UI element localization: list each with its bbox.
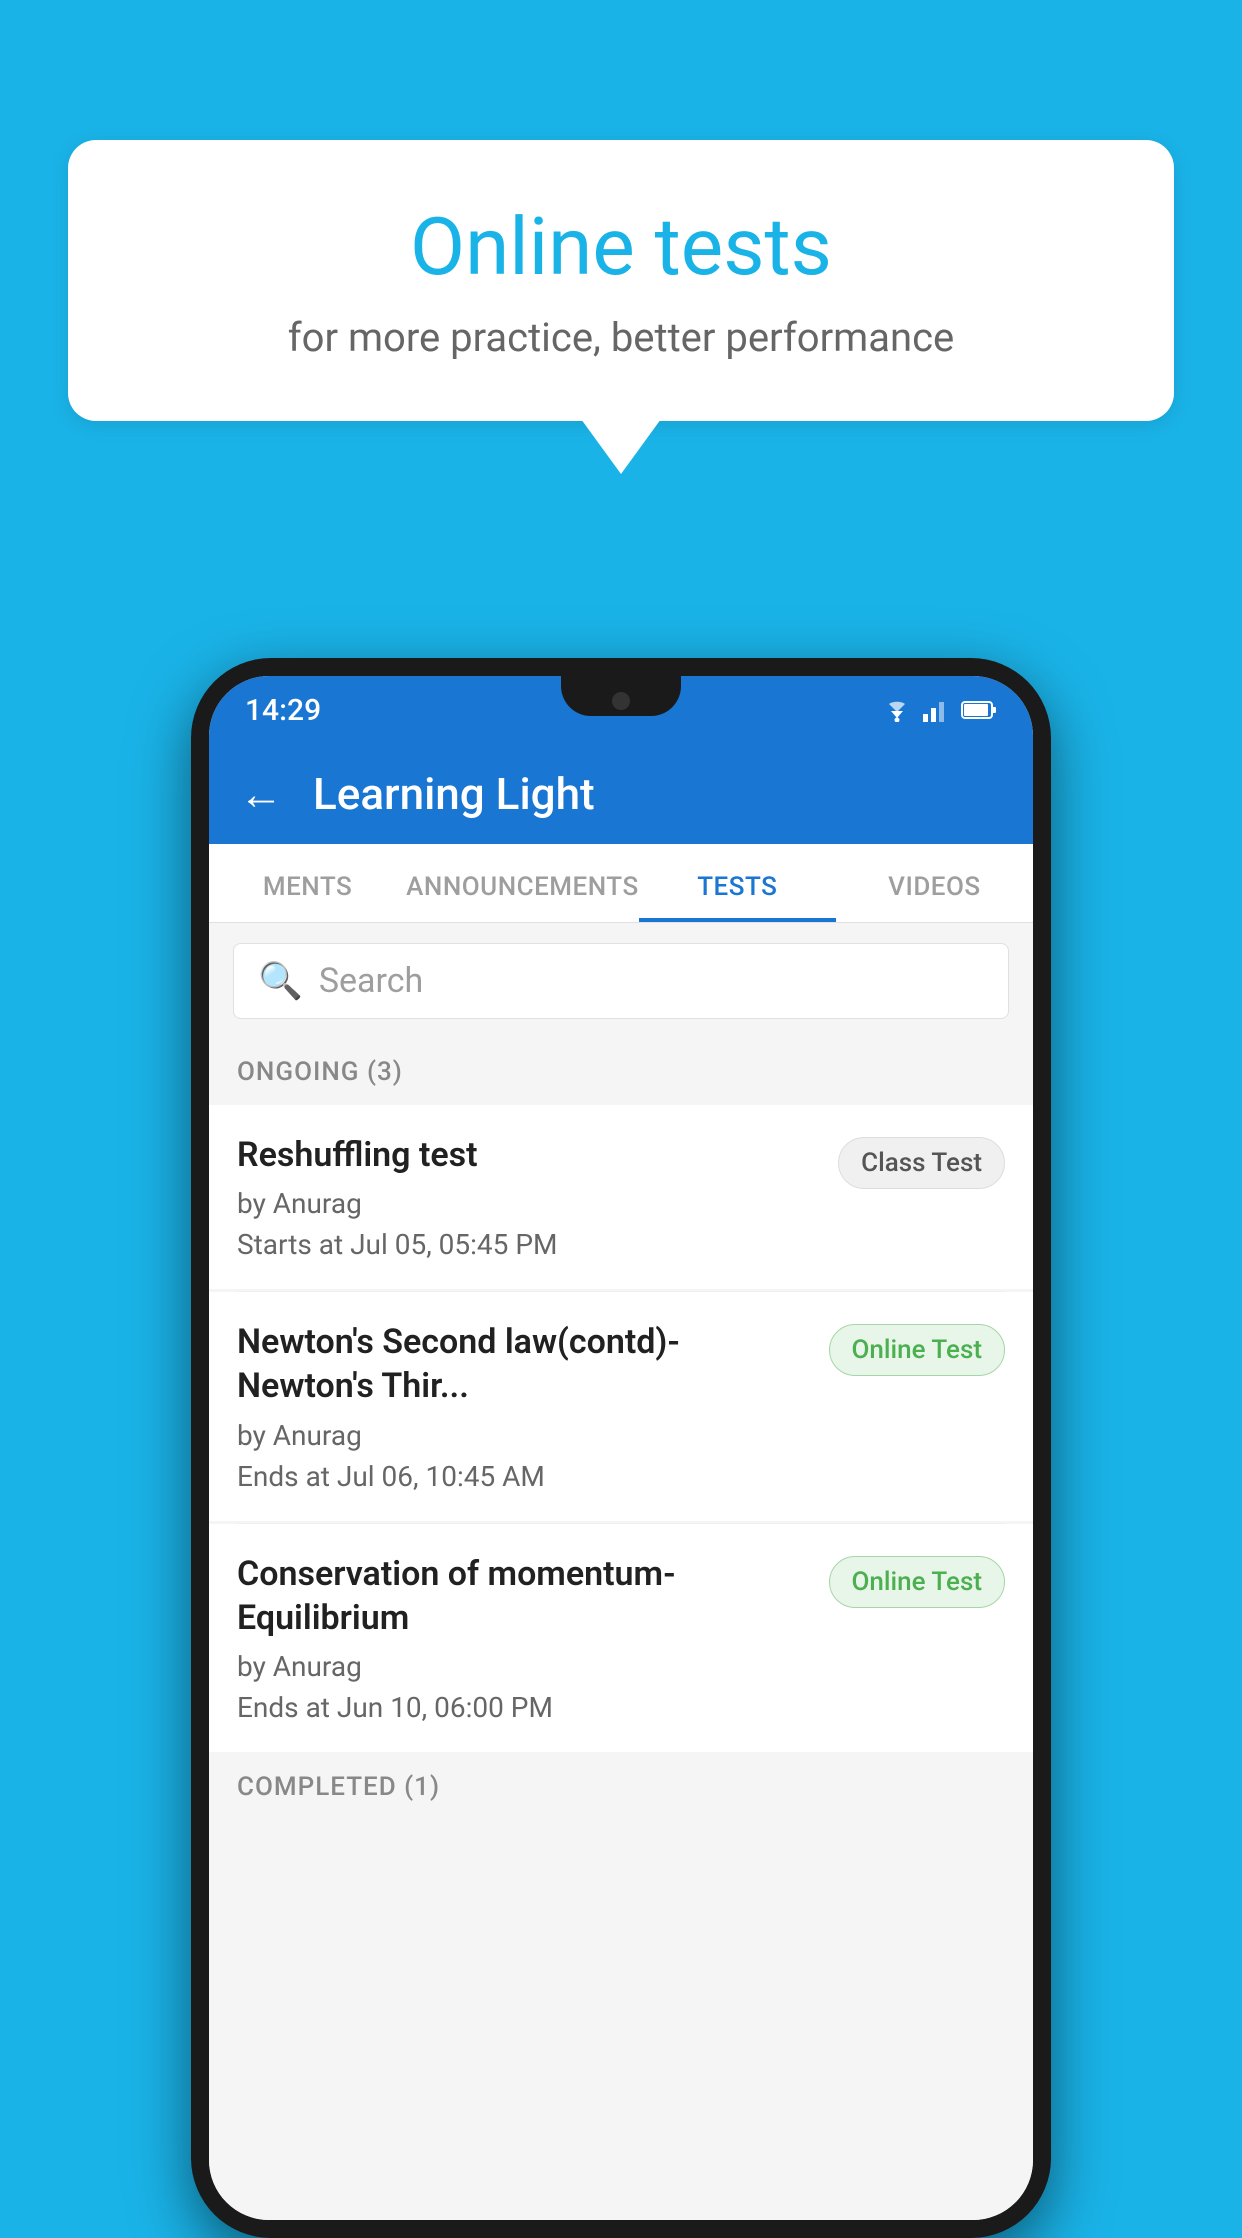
speech-bubble-arrow	[581, 419, 661, 474]
speech-bubble-title: Online tests	[148, 200, 1094, 294]
status-icons	[881, 698, 997, 722]
phone-frame: 14:29	[191, 658, 1051, 2238]
test-item[interactable]: Newton's Second law(contd)-Newton's Thir…	[209, 1292, 1033, 1520]
test-badge-1: Class Test	[838, 1137, 1005, 1189]
search-input[interactable]: Search	[319, 961, 423, 1001]
speech-bubble-subtitle: for more practice, better performance	[148, 314, 1094, 361]
camera-dot	[612, 692, 630, 710]
test-by-2: by Anurag	[237, 1419, 809, 1452]
test-item[interactable]: Reshuffling test by Anurag Starts at Jul…	[209, 1105, 1033, 1289]
test-badge-2: Online Test	[829, 1324, 1006, 1376]
battery-icon	[961, 700, 997, 720]
speech-bubble-container: Online tests for more practice, better p…	[68, 140, 1174, 474]
test-name-3: Conservation of momentum-Equilibrium	[237, 1552, 809, 1640]
signal-icon	[923, 698, 951, 722]
test-name-2: Newton's Second law(contd)-Newton's Thir…	[237, 1320, 809, 1408]
tab-announcements[interactable]: ANNOUNCEMENTS	[406, 844, 639, 922]
search-bar[interactable]: 🔍 Search	[233, 943, 1009, 1019]
tab-ments[interactable]: MENTS	[209, 844, 406, 922]
test-by-1: by Anurag	[237, 1187, 818, 1220]
speech-bubble: Online tests for more practice, better p…	[68, 140, 1174, 421]
tab-tests[interactable]: TESTS	[639, 844, 836, 922]
test-date-1: Starts at Jul 05, 05:45 PM	[237, 1228, 818, 1261]
test-badge-3: Online Test	[829, 1556, 1006, 1608]
list-content: ONGOING (3) Reshuffling test by Anurag S…	[209, 1039, 1033, 2220]
status-time: 14:29	[245, 693, 321, 728]
completed-section-header: COMPLETED (1)	[209, 1754, 1033, 1820]
completed-section-title: COMPLETED (1)	[237, 1772, 440, 1802]
test-by-3: by Anurag	[237, 1650, 809, 1683]
notch	[561, 676, 681, 716]
test-info-2: Newton's Second law(contd)-Newton's Thir…	[237, 1320, 809, 1492]
test-info-3: Conservation of momentum-Equilibrium by …	[237, 1552, 809, 1724]
phone-screen: 14:29	[209, 676, 1033, 2220]
test-date-3: Ends at Jun 10, 06:00 PM	[237, 1691, 809, 1724]
ongoing-section-title: ONGOING (3)	[237, 1057, 403, 1087]
search-icon: 🔍	[258, 960, 303, 1002]
status-bar: 14:29	[209, 676, 1033, 744]
app-header: ← Learning Light	[209, 744, 1033, 844]
test-name-1: Reshuffling test	[237, 1133, 818, 1177]
search-container: 🔍 Search	[209, 923, 1033, 1039]
wifi-icon	[881, 698, 913, 722]
tab-videos[interactable]: VIDEOS	[836, 844, 1033, 922]
test-item[interactable]: Conservation of momentum-Equilibrium by …	[209, 1524, 1033, 1752]
tabs-bar: MENTS ANNOUNCEMENTS TESTS VIDEOS	[209, 844, 1033, 923]
ongoing-section-header: ONGOING (3)	[209, 1039, 1033, 1105]
test-info-1: Reshuffling test by Anurag Starts at Jul…	[237, 1133, 818, 1261]
app-title: Learning Light	[313, 768, 595, 820]
test-date-2: Ends at Jul 06, 10:45 AM	[237, 1460, 809, 1493]
back-button[interactable]: ←	[239, 768, 283, 820]
